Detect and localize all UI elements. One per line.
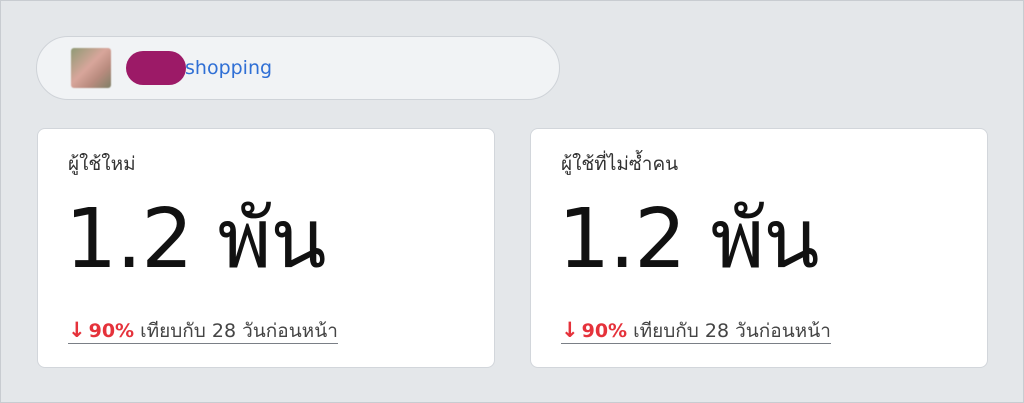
card-title: ผู้ใช้ที่ไม่ซ้ำคน [561, 153, 679, 175]
change-indicator[interactable]: ↓ 90% เทียบกับ 28 วันก่อนหน้า [68, 320, 338, 344]
change-percent: 90% [88, 320, 135, 342]
down-arrow-icon: ↓ [561, 318, 579, 342]
card-value: 1.2 พัน [558, 192, 820, 287]
page-selector-pill[interactable]: shopping [36, 36, 560, 100]
down-arrow-icon: ↓ [68, 318, 86, 342]
change-indicator[interactable]: ↓ 90% เทียบกับ 28 วันก่อนหน้า [561, 320, 831, 344]
page-name-label[interactable]: shopping [185, 58, 272, 78]
redacted-page-name [126, 51, 186, 85]
unique-users-card[interactable]: ผู้ใช้ที่ไม่ซ้ำคน 1.2 พัน ↓ 90% เทียบกับ… [530, 128, 988, 368]
change-percent: 90% [581, 320, 628, 342]
new-users-card[interactable]: ผู้ใช้ใหม่ 1.2 พัน ↓ 90% เทียบกับ 28 วัน… [37, 128, 495, 368]
card-value: 1.2 พัน [65, 192, 327, 287]
comparison-text: เทียบกับ 28 วันก่อนหน้า [140, 320, 338, 342]
page-avatar [71, 48, 111, 88]
comparison-text: เทียบกับ 28 วันก่อนหน้า [633, 320, 831, 342]
card-title: ผู้ใช้ใหม่ [68, 153, 136, 175]
